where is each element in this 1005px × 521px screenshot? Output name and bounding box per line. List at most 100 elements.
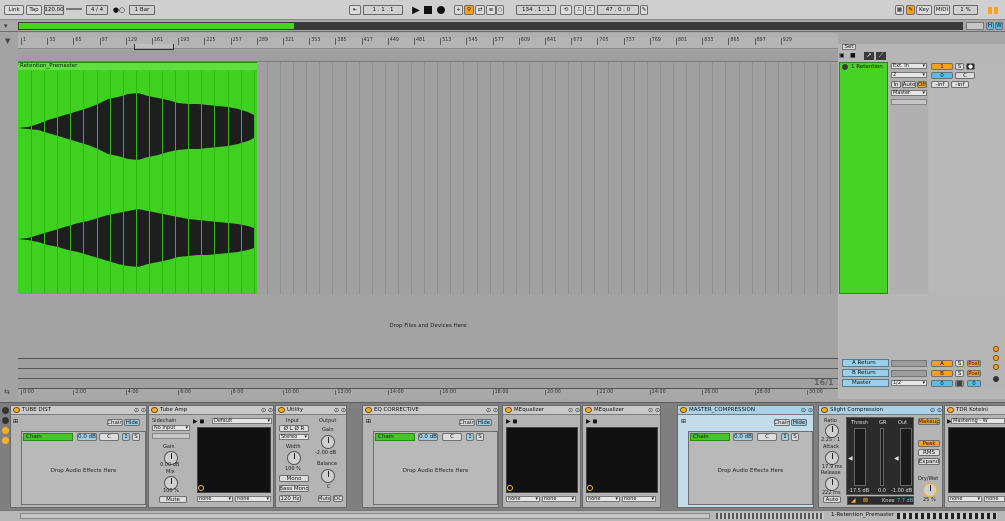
bass-mono-freq[interactable]: 120 Hz bbox=[279, 495, 301, 502]
device-on-icon[interactable] bbox=[278, 407, 285, 413]
time-signature[interactable]: 4 / 4 bbox=[86, 5, 108, 15]
stop-icon[interactable] bbox=[424, 6, 432, 14]
hide-button[interactable]: Hide bbox=[124, 419, 140, 426]
return-a-solo[interactable]: S bbox=[955, 360, 964, 367]
attack-knob[interactable] bbox=[825, 451, 839, 465]
return-a-io[interactable] bbox=[891, 360, 927, 367]
set-button[interactable]: Set bbox=[842, 44, 856, 50]
return-b-header[interactable]: B Return bbox=[842, 369, 889, 377]
device-on-icon[interactable] bbox=[947, 407, 954, 413]
plugin-display[interactable] bbox=[586, 427, 658, 493]
draw-mode-icon[interactable]: ✎ bbox=[640, 5, 648, 15]
master-header[interactable]: Master bbox=[842, 379, 889, 387]
drop-area[interactable]: Drop Files and Devices Here bbox=[18, 294, 838, 358]
device-menu-icons[interactable]: ⊙ ⊙ bbox=[648, 407, 660, 414]
chain-pan[interactable]: C bbox=[99, 433, 119, 441]
track-header[interactable]: 1 Retention bbox=[839, 62, 888, 294]
param-select-1[interactable]: none ▾ bbox=[586, 496, 620, 502]
device-header[interactable]: MEqualizer ⊙ ⊙ bbox=[503, 406, 580, 415]
quantize-menu[interactable]: 1 Bar bbox=[129, 5, 155, 15]
w-button[interactable]: W bbox=[995, 22, 1003, 30]
mini-track-selector[interactable] bbox=[897, 513, 997, 519]
param-select-1[interactable]: none ▾ bbox=[197, 496, 233, 502]
master-pan[interactable]: 0 bbox=[967, 380, 981, 387]
rack-header[interactable]: MASTER_COMPRESSION ⊙ ⊙ bbox=[678, 406, 813, 415]
master-volume[interactable]: 0 bbox=[931, 380, 953, 387]
send-a-field[interactable]: 0 bbox=[931, 72, 953, 79]
punch-out-icon[interactable]: ⎍ bbox=[585, 5, 595, 15]
param-select-2[interactable]: none ▾ bbox=[622, 496, 656, 502]
chain-list[interactable]: Chain 0.0 dB C ↥ S Drop Audio Effects He… bbox=[688, 431, 813, 505]
auto-release-button[interactable]: Auto bbox=[823, 496, 841, 503]
device-on-icon[interactable] bbox=[13, 407, 20, 413]
eq-icon[interactable]: ⊠ bbox=[863, 497, 868, 504]
chain-solo[interactable]: S bbox=[476, 433, 484, 441]
overdub-button[interactable]: + bbox=[454, 5, 463, 15]
makeup-button[interactable]: Makeup bbox=[918, 418, 940, 425]
chain-pan[interactable]: C bbox=[757, 433, 777, 441]
track-activator[interactable]: 1 bbox=[931, 63, 953, 70]
threshold-slider[interactable] bbox=[854, 428, 866, 486]
chain-pan[interactable]: C bbox=[442, 433, 462, 441]
chain-view-icon[interactable] bbox=[2, 427, 9, 434]
chain-item[interactable]: Chain bbox=[375, 433, 415, 441]
param-select-1[interactable]: none ▾ bbox=[948, 496, 982, 502]
loop-start[interactable]: 134 . 1 . 1 bbox=[516, 5, 556, 15]
sidechain-channel[interactable] bbox=[152, 433, 190, 439]
chain-activator-icon[interactable]: ↥ bbox=[466, 433, 474, 441]
dc-button[interactable]: DC bbox=[333, 495, 343, 502]
session-record-icon[interactable]: ○ bbox=[496, 5, 504, 15]
arrangement-position[interactable]: 1 . 1 . 1 bbox=[363, 5, 403, 15]
master-solo[interactable]: ⬛ bbox=[955, 380, 964, 387]
arrangement-overview[interactable]: ▾ H W bbox=[0, 20, 1005, 32]
midi-map-button[interactable]: MIDI bbox=[934, 5, 950, 15]
chain-list[interactable]: Chain 0.0 dB C ↥ S Drop Audio Effects He… bbox=[21, 431, 146, 505]
return-a-post[interactable]: Post bbox=[967, 360, 981, 367]
monitor-in-button[interactable]: In bbox=[891, 81, 901, 88]
key-map-icon[interactable]: ✎ bbox=[906, 5, 915, 15]
device-header[interactable]: Slight Compression ⊙ ⊙ bbox=[819, 406, 942, 415]
follow-button[interactable]: ⇤ bbox=[349, 5, 361, 15]
param-select-2[interactable]: none ▾ bbox=[542, 496, 576, 502]
macro-view-icon[interactable] bbox=[2, 417, 9, 424]
device-menu-icons[interactable]: ⊙ ⊙ bbox=[334, 407, 346, 414]
status-clip-name[interactable]: 1-Retention_Premaster bbox=[831, 512, 894, 518]
volume-field[interactable]: -inf bbox=[931, 81, 949, 88]
rack-expand-icon[interactable]: ⊞ bbox=[366, 418, 371, 425]
rms-button[interactable]: RMS bbox=[918, 449, 940, 456]
hide-button[interactable]: Hide bbox=[791, 419, 807, 426]
rack-expand-icon[interactable]: ⊞ bbox=[681, 418, 686, 425]
preset-select[interactable]: Mastering - W bbox=[951, 418, 1005, 424]
time-ruler[interactable]: 0:00 2:00 4:00 6:00 8:00 10:00 12:00 14:00 16:00… bbox=[18, 388, 838, 399]
gain-knob[interactable] bbox=[321, 435, 335, 449]
param-select-1[interactable]: none ▾ bbox=[506, 496, 540, 502]
computer-midi-icon[interactable]: ▦ bbox=[895, 5, 904, 15]
reenable-automation-icon[interactable]: ⇄ bbox=[475, 5, 485, 15]
device-on-icon[interactable] bbox=[585, 407, 592, 413]
plugin-toggle-icons[interactable]: ▶ ◼ bbox=[506, 418, 518, 425]
mute-button[interactable]: Mute bbox=[159, 496, 187, 503]
output-channel-select[interactable] bbox=[891, 99, 927, 105]
device-on-icon[interactable] bbox=[365, 407, 372, 413]
ratio-knob[interactable] bbox=[825, 424, 839, 438]
device-header[interactable]: Tube Amp ⊙ ⊙ bbox=[149, 406, 273, 415]
tempo-field[interactable]: 120.00 bbox=[44, 5, 64, 15]
loop-icon[interactable]: ⟲ bbox=[560, 5, 572, 15]
rack-header[interactable]: TUBE DIST ⊙ ⊙ bbox=[11, 406, 146, 415]
loop-brace-icon[interactable]: ⇆ bbox=[4, 388, 10, 396]
tempo-nudge[interactable] bbox=[66, 8, 82, 10]
input-type-select[interactable]: Ext. In ▾ bbox=[891, 63, 927, 69]
automation-arm-icon[interactable]: ⚲ bbox=[464, 5, 474, 15]
plugin-edit-icon[interactable] bbox=[587, 485, 593, 491]
device-on-icon[interactable] bbox=[821, 407, 828, 413]
param-select-2[interactable]: none bbox=[984, 496, 1005, 502]
peak-button[interactable]: Peak bbox=[918, 440, 940, 447]
rack-menu-icons[interactable]: ⊙ ⊙ bbox=[486, 407, 498, 414]
capture-midi-icon[interactable]: ≡ bbox=[486, 5, 496, 15]
overdub-tool-icon[interactable]: ↗ bbox=[864, 52, 874, 60]
mute-button[interactable]: Mute bbox=[318, 495, 331, 502]
stop-all-icon[interactable]: ■ bbox=[850, 52, 860, 60]
chain-activator-icon[interactable]: ↥ bbox=[781, 433, 789, 441]
plugin-display[interactable] bbox=[197, 427, 271, 493]
chain-volume[interactable]: 0.0 dB bbox=[418, 433, 438, 441]
